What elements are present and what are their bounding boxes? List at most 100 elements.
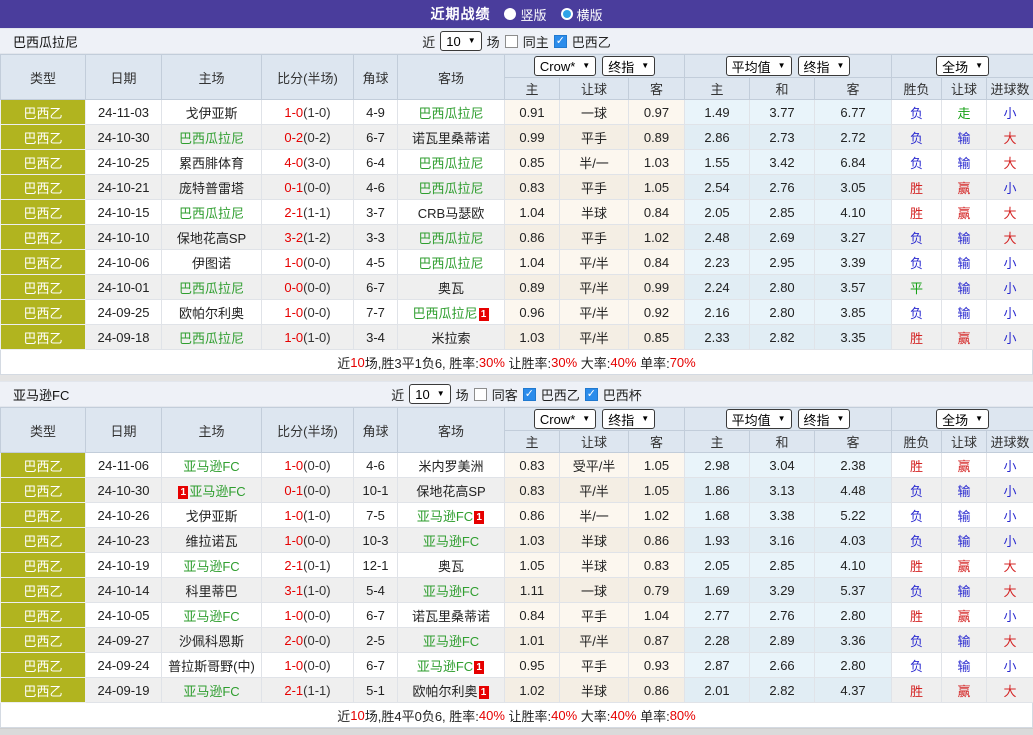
away-team-name[interactable]: 亚马逊FC xyxy=(423,584,479,599)
same-away-checkbox[interactable] xyxy=(474,388,487,401)
cup-filter-label[interactable]: 巴西杯 xyxy=(603,385,642,404)
away-team-name[interactable]: 欧帕尔利奥 xyxy=(412,684,477,699)
away-team-name[interactable]: 亚马逊FC xyxy=(417,509,473,524)
away-team-name[interactable]: 诺瓦里桑蒂诺 xyxy=(412,131,490,146)
away-team-name[interactable]: 米拉索 xyxy=(431,331,470,346)
home-team-name[interactable]: 巴西瓜拉尼 xyxy=(179,206,244,221)
radio-label[interactable]: 竖版 xyxy=(520,5,546,24)
league-filter-checkbox[interactable] xyxy=(523,388,536,401)
away-team-name[interactable]: 亚马逊FC xyxy=(423,634,479,649)
same-home-checkbox[interactable] xyxy=(505,35,518,48)
home-team-name[interactable]: 庞特普雷塔 xyxy=(179,181,244,196)
odds-source-select[interactable]: Crow*▼ xyxy=(534,56,596,76)
home-team-name[interactable]: 伊图诺 xyxy=(192,256,231,271)
summary-text: 30% xyxy=(551,355,577,370)
result-handicap: 赢 xyxy=(942,200,987,225)
layout-radio-vertical[interactable]: 竖版 xyxy=(504,5,546,24)
home-team-name[interactable]: 戈伊亚斯 xyxy=(185,509,237,524)
final-odds-select[interactable]: 终指▼ xyxy=(602,409,655,429)
home-team-name[interactable]: 巴西瓜拉尼 xyxy=(179,331,244,346)
odds-source-select[interactable]: Crow*▼ xyxy=(534,409,596,429)
average-odds-select[interactable]: 平均值▼ xyxy=(726,56,792,76)
average-group-header: 平均值▼ 终指▼ xyxy=(685,55,892,78)
date-cell: 24-10-30 xyxy=(86,478,162,503)
home-team-cell: 亚马逊FC xyxy=(162,603,262,628)
avg-away-odds: 4.48 xyxy=(815,478,892,503)
away-team-name[interactable]: 亚马逊FC xyxy=(417,659,473,674)
away-team-name[interactable]: 米内罗美洲 xyxy=(418,459,483,474)
final-odds-select[interactable]: 终指▼ xyxy=(798,56,851,76)
match-row: 巴西乙24-09-24普拉斯哥野(中)1-0(0-0)6-7亚马逊FC10.95… xyxy=(1,653,1033,678)
recent-games-select[interactable]: 10 ▼ xyxy=(440,31,481,51)
match-row: 巴西乙24-10-23维拉诺瓦1-0(0-0)10-3亚马逊FC1.03半球0.… xyxy=(1,528,1033,553)
home-team-name[interactable]: 普拉斯哥野(中) xyxy=(168,659,255,674)
score-cell: 4-0(3-0) xyxy=(262,150,354,175)
chevron-down-icon: ▼ xyxy=(468,37,476,45)
result-winloss: 胜 xyxy=(892,603,942,628)
red-card-badge: 1 xyxy=(178,486,188,499)
home-team-name[interactable]: 欧帕尔利奥 xyxy=(179,306,244,321)
same-away-label[interactable]: 同客 xyxy=(492,385,518,404)
sub-col-header-winloss: 胜负 xyxy=(892,431,942,453)
home-team-name[interactable]: 亚马逊FC xyxy=(183,459,239,474)
record-summary: 近10场,胜3平1负6, 胜率:30% 让胜率:30% 大率:40% 单率:70… xyxy=(0,350,1033,375)
cup-filter-checkbox[interactable] xyxy=(585,388,598,401)
handicap-away-odds: 0.89 xyxy=(629,125,685,150)
away-team-name[interactable]: 保地花高SP xyxy=(416,484,485,499)
home-team-name[interactable]: 科里蒂巴 xyxy=(185,584,237,599)
summary-text: 10 xyxy=(350,708,364,723)
radio-label[interactable]: 横版 xyxy=(577,5,603,24)
home-team-name[interactable]: 亚马逊FC xyxy=(183,559,239,574)
league-filter-checkbox[interactable] xyxy=(554,35,567,48)
average-odds-select[interactable]: 平均值▼ xyxy=(726,409,792,429)
home-team-name[interactable]: 巴西瓜拉尼 xyxy=(179,131,244,146)
date-cell: 24-10-06 xyxy=(86,250,162,275)
home-team-name[interactable]: 累西腓体育 xyxy=(179,156,244,171)
radio-icon[interactable] xyxy=(561,8,573,20)
final-odds-select[interactable]: 终指▼ xyxy=(798,409,851,429)
league-filter-label[interactable]: 巴西乙 xyxy=(541,385,580,404)
avg-away-odds: 2.72 xyxy=(815,125,892,150)
league-filter-label[interactable]: 巴西乙 xyxy=(572,32,611,51)
away-team-name[interactable]: 巴西瓜拉尼 xyxy=(418,156,483,171)
home-team-name[interactable]: 沙佩科恩斯 xyxy=(179,634,244,649)
recent-games-select[interactable]: 10▼ xyxy=(409,384,450,404)
handicap-away-odds: 1.02 xyxy=(629,503,685,528)
away-team-name[interactable]: 诺瓦里桑蒂诺 xyxy=(412,609,490,624)
away-team-name[interactable]: 奥瓦 xyxy=(438,281,464,296)
same-home-label[interactable]: 同主 xyxy=(523,32,549,51)
corners-cell: 4-5 xyxy=(354,250,398,275)
home-team-name[interactable]: 巴西瓜拉尼 xyxy=(179,281,244,296)
fulltime-select[interactable]: 全场▼ xyxy=(936,56,989,76)
home-team-name[interactable]: 维拉诺瓦 xyxy=(185,534,237,549)
away-team-name[interactable]: 巴西瓜拉尼 xyxy=(412,306,477,321)
home-team-name[interactable]: 亚马逊FC xyxy=(183,684,239,699)
date-cell: 24-10-15 xyxy=(86,200,162,225)
home-team-name[interactable]: 亚马逊FC xyxy=(189,484,245,499)
avg-draw-odds: 3.13 xyxy=(750,478,815,503)
sub-col-header-avg-home: 主 xyxy=(685,78,750,100)
handicap-line: 平/半 xyxy=(560,250,629,275)
fulltime-score: 2-1 xyxy=(284,683,303,698)
away-team-name[interactable]: 巴西瓜拉尼 xyxy=(418,231,483,246)
date-cell: 24-11-06 xyxy=(86,453,162,478)
home-team-name[interactable]: 亚马逊FC xyxy=(183,609,239,624)
away-team-name[interactable]: 巴西瓜拉尼 xyxy=(418,181,483,196)
chevron-down-icon: ▼ xyxy=(778,415,786,423)
handicap-away-odds: 1.05 xyxy=(629,453,685,478)
home-team-name[interactable]: 保地花高SP xyxy=(177,231,246,246)
away-team-name[interactable]: 巴西瓜拉尼 xyxy=(418,256,483,271)
away-team-name[interactable]: 巴西瓜拉尼 xyxy=(418,106,483,121)
select-value: 10 xyxy=(446,34,460,49)
away-team-name[interactable]: CRB马瑟欧 xyxy=(418,206,484,221)
fulltime-select[interactable]: 全场▼ xyxy=(936,409,989,429)
home-team-name[interactable]: 戈伊亚斯 xyxy=(185,106,237,121)
final-odds-select[interactable]: 终指▼ xyxy=(602,56,655,76)
away-team-name[interactable]: 亚马逊FC xyxy=(423,534,479,549)
red-card-badge: 1 xyxy=(479,308,489,321)
radio-icon[interactable] xyxy=(504,8,516,20)
corners-cell: 4-6 xyxy=(354,175,398,200)
layout-radio-horizontal[interactable]: 横版 xyxy=(561,5,603,24)
summary-text: 30% xyxy=(479,355,505,370)
away-team-name[interactable]: 奥瓦 xyxy=(438,559,464,574)
